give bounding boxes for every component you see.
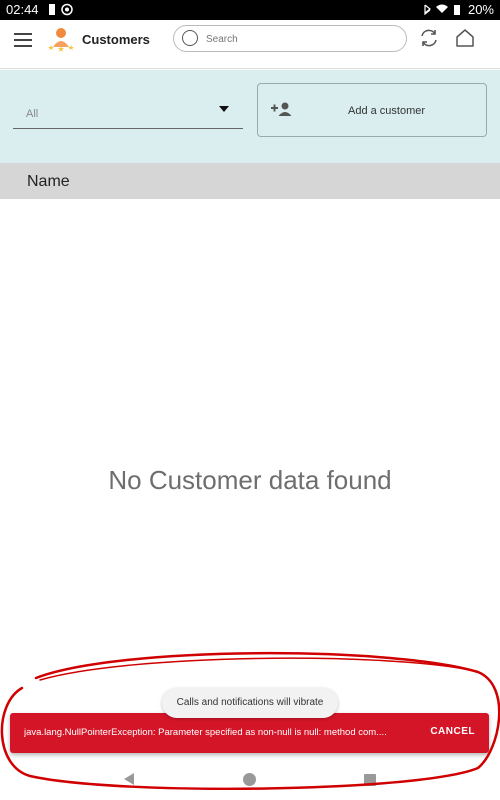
- status-right: 20%: [422, 2, 494, 17]
- add-customer-label: Add a customer: [348, 105, 426, 117]
- refresh-icon[interactable]: [418, 27, 440, 49]
- bluetooth-wifi-icon: [424, 4, 461, 16]
- filter-panel: All Add a customer: [0, 70, 500, 163]
- search-icon: [182, 30, 198, 46]
- home-icon[interactable]: [454, 27, 476, 49]
- add-customer-button[interactable]: Add a customer: [257, 83, 487, 137]
- page-title: Customers: [82, 32, 150, 47]
- status-notification-icons: [48, 3, 74, 19]
- column-header-name[interactable]: Name: [27, 173, 70, 191]
- table-header: Name: [0, 163, 500, 199]
- dropdown-selected-value: All: [26, 108, 39, 120]
- search-input[interactable]: [204, 30, 398, 48]
- add-person-icon: [271, 102, 292, 116]
- status-time: 02:44: [6, 2, 39, 17]
- annotation-circle: [0, 651, 500, 790]
- status-bar: 02:44 20%: [0, 0, 500, 20]
- menu-icon[interactable]: [14, 33, 32, 47]
- search-box[interactable]: [173, 25, 407, 52]
- customers-logo-icon: [48, 28, 74, 52]
- battery-percentage: 20%: [467, 2, 494, 17]
- customer-filter-dropdown[interactable]: All: [13, 94, 243, 129]
- caret-down-icon: [219, 106, 229, 112]
- empty-state-message: No Customer data found: [108, 465, 392, 495]
- app-bar: Customers: [0, 20, 500, 69]
- battery-alert-icon: [49, 4, 55, 15]
